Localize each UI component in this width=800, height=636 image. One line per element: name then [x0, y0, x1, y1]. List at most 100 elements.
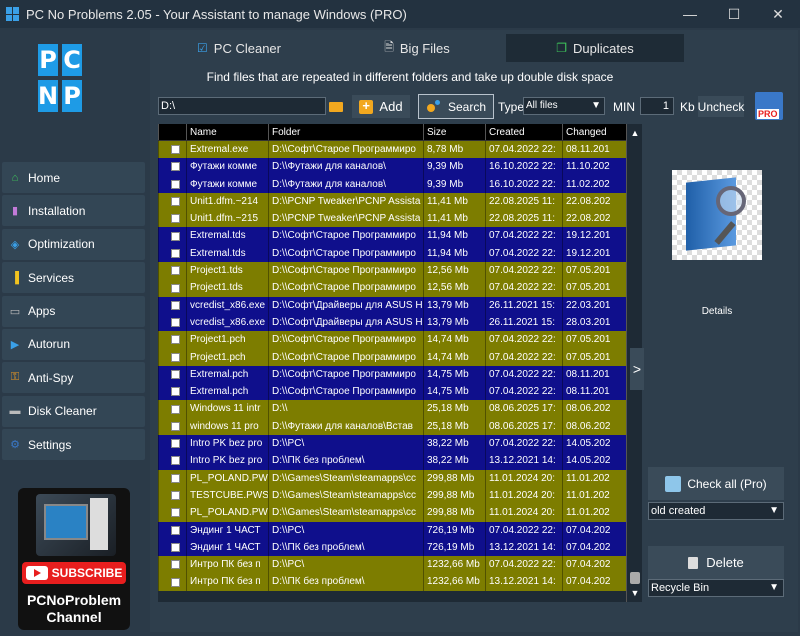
table-row[interactable]: PL_POLAND.PWS D:\\Games\Steam\steamapps\c…: [158, 504, 642, 522]
row-checkbox[interactable]: [171, 404, 180, 414]
maximize-button[interactable]: ☐: [712, 0, 756, 28]
tab-pc-cleaner[interactable]: ☑ PC Cleaner: [150, 34, 328, 62]
folder-icon[interactable]: [328, 98, 344, 114]
row-checkbox[interactable]: [171, 352, 180, 362]
cell-size: 299,88 Mb: [423, 469, 485, 487]
table-row[interactable]: Интро ПК без п D:\\PC\ 1232,66 Mb 07.04.202…: [158, 556, 642, 574]
row-checkbox[interactable]: [171, 335, 180, 345]
cell-size: 14,75 Mb: [423, 365, 485, 384]
table-row[interactable]: Intro PK bez pro D:\\PC\ 38,22 Mb 07.04.202…: [158, 435, 642, 453]
row-checkbox[interactable]: [171, 456, 180, 466]
row-checkbox[interactable]: [171, 560, 180, 570]
subscribe-button[interactable]: SUBSCRIBE: [22, 562, 126, 584]
cell-name: Extremal.tds: [186, 244, 268, 263]
sidebar-item-disk-cleaner[interactable]: ▬ Disk Cleaner: [2, 395, 145, 427]
row-checkbox[interactable]: [171, 179, 180, 189]
table-row[interactable]: Футажи комме D:\\Футажи для каналов\ 9,39 …: [158, 175, 642, 193]
row-checkbox[interactable]: [171, 231, 180, 241]
path-input[interactable]: [158, 97, 326, 115]
row-checkbox[interactable]: [171, 266, 180, 276]
scroll-down-icon[interactable]: ▼: [627, 586, 643, 600]
table-row[interactable]: Windows 11 intr D:\\ 25,18 Mb 08.06.2025 17…: [158, 400, 642, 418]
table-row[interactable]: Unit1.dfm.~215 D:\\PCNP Tweaker\PCNP Assi…: [158, 210, 642, 228]
table-row[interactable]: Project1.tds D:\\Софт\Старое Программиро 1…: [158, 262, 642, 280]
row-checkbox[interactable]: [171, 248, 180, 258]
cell-size: 25,18 Mb: [423, 417, 485, 436]
row-checkbox[interactable]: [171, 577, 180, 587]
header-name[interactable]: Name: [186, 124, 268, 140]
table-row[interactable]: Project1.pch D:\\Софт\Старое Программиро 1…: [158, 331, 642, 349]
table-row[interactable]: Project1.tds D:\\Софт\Старое Программиро 1…: [158, 279, 642, 297]
row-checkbox[interactable]: [171, 542, 180, 552]
pro-badge-icon[interactable]: PRO: [755, 92, 783, 120]
sidebar-item-services[interactable]: ▐ Services: [2, 262, 145, 294]
row-checkbox[interactable]: [171, 145, 180, 155]
row-checkbox[interactable]: [171, 508, 180, 518]
expand-panel-button[interactable]: >: [630, 348, 644, 390]
row-checkbox[interactable]: [171, 473, 180, 483]
minimize-button[interactable]: —: [668, 0, 712, 28]
table-row[interactable]: TESTCUBE.PWS D:\\Games\Steam\steamapps\cc…: [158, 486, 642, 505]
table-row[interactable]: vcredist_x86.exe D:\\Софт\Драйверы для AS…: [158, 296, 642, 314]
header-folder[interactable]: Folder: [268, 124, 423, 140]
cell-name: Эндинг 1 ЧАСТ: [186, 538, 268, 557]
search-button[interactable]: Search: [418, 94, 494, 119]
header-changed[interactable]: Changed: [562, 124, 624, 140]
row-checkbox[interactable]: [171, 318, 180, 328]
row-checkbox[interactable]: [171, 370, 180, 379]
table-row[interactable]: Эндинг 1 ЧАСТ D:\\ПК без проблем\ 726,19 M…: [158, 538, 642, 557]
sort-select[interactable]: old created ▼: [648, 502, 784, 520]
table-row[interactable]: Extremal.tds D:\\Софт\Старое Программиро 1…: [158, 227, 642, 245]
row-checkbox[interactable]: [171, 387, 180, 397]
check-all-button[interactable]: Check all (Pro): [648, 467, 784, 500]
scroll-thumb[interactable]: [630, 572, 640, 584]
row-checkbox[interactable]: [171, 300, 180, 310]
row-checkbox[interactable]: [171, 283, 180, 293]
table-row[interactable]: Extremal.pch D:\\Софт\Старое Программиро 1…: [158, 365, 642, 384]
type-select[interactable]: All files ▼: [523, 97, 605, 115]
row-checkbox[interactable]: [171, 491, 180, 501]
table-row[interactable]: windows 11 pro D:\\Футажи для каналов\Вст…: [158, 417, 642, 436]
row-checkbox[interactable]: [171, 421, 180, 431]
table-row[interactable]: Extremal.pch D:\\Софт\Старое Программиро 1…: [158, 383, 642, 401]
table-row[interactable]: Extremal.exe D:\\Софт\Старое Программиро 8…: [158, 141, 642, 159]
table-row[interactable]: Extremal.tds D:\\Софт\Старое Программиро 1…: [158, 244, 642, 263]
row-checkbox[interactable]: [171, 525, 180, 535]
row-checkbox[interactable]: [171, 162, 180, 172]
table-row[interactable]: Эндинг 1 ЧАСТ D:\\PC\ 726,19 Mb 07.04.2022 …: [158, 521, 642, 539]
row-checkbox[interactable]: [171, 439, 180, 449]
scroll-up-icon[interactable]: ▲: [627, 126, 643, 140]
row-checkbox[interactable]: [171, 214, 180, 224]
min-size-input[interactable]: [640, 97, 674, 115]
delete-button[interactable]: Delete: [648, 546, 784, 579]
sidebar-item-optimization[interactable]: ◈ Optimization: [2, 228, 145, 260]
channel-promo[interactable]: SUBSCRIBE PCNoProblem Channel: [18, 488, 130, 630]
cell-created: 07.04.2022 22:: [485, 383, 562, 401]
uncheck-button[interactable]: Uncheck: [698, 96, 744, 117]
tab-big-files[interactable]: 🗎 Big Files: [328, 34, 506, 62]
sidebar-item-installation[interactable]: ▮ Installation: [2, 195, 145, 227]
sidebar-item-apps[interactable]: ▭ Apps: [2, 295, 145, 327]
sidebar-item-home[interactable]: ⌂ Home: [2, 162, 145, 193]
delete-target-select[interactable]: Recycle Bin ▼: [648, 579, 784, 597]
cell-created: 16.10.2022 22:: [485, 175, 562, 193]
row-checkbox[interactable]: [171, 197, 180, 207]
table-row[interactable]: Project1.pch D:\\Софт\Старое Программиро 1…: [158, 348, 642, 366]
sidebar-item-anti-spy[interactable]: ⚿ Anti-Spy: [2, 362, 145, 394]
add-button[interactable]: Add: [352, 95, 410, 118]
header-size[interactable]: Size: [423, 124, 485, 140]
table-row[interactable]: Intro PK bez pro D:\\ПК без проблем\ 38,22…: [158, 452, 642, 470]
sidebar-item-settings[interactable]: ⚙ Settings: [2, 429, 145, 461]
header-created[interactable]: Created: [485, 124, 562, 140]
cell-name: Unit1.dfm.~214: [186, 192, 268, 211]
table-row[interactable]: PL_POLAND.PWS D:\\Games\Steam\steamapps\c…: [158, 469, 642, 487]
sidebar-item-autorun[interactable]: ▶ Autorun: [2, 328, 145, 360]
table-row[interactable]: vcredist_x86.exe D:\\Софт\Драйверы для AS…: [158, 313, 642, 332]
table-row[interactable]: Футажи комме D:\\Футажи для каналов\ 9,39 …: [158, 158, 642, 176]
table-row[interactable]: Unit1.dfm.~214 D:\\PCNP Tweaker\PCNP Assi…: [158, 192, 642, 211]
type-value: All files: [526, 100, 558, 111]
table-row[interactable]: Интро ПК без п D:\\ПК без проблем\ 1232,66…: [158, 573, 642, 591]
cell-folder: D:\\Софт\Старое Программиро: [268, 383, 423, 401]
close-button[interactable]: ✕: [756, 0, 800, 28]
tab-duplicates[interactable]: ❐ Duplicates: [506, 34, 684, 62]
